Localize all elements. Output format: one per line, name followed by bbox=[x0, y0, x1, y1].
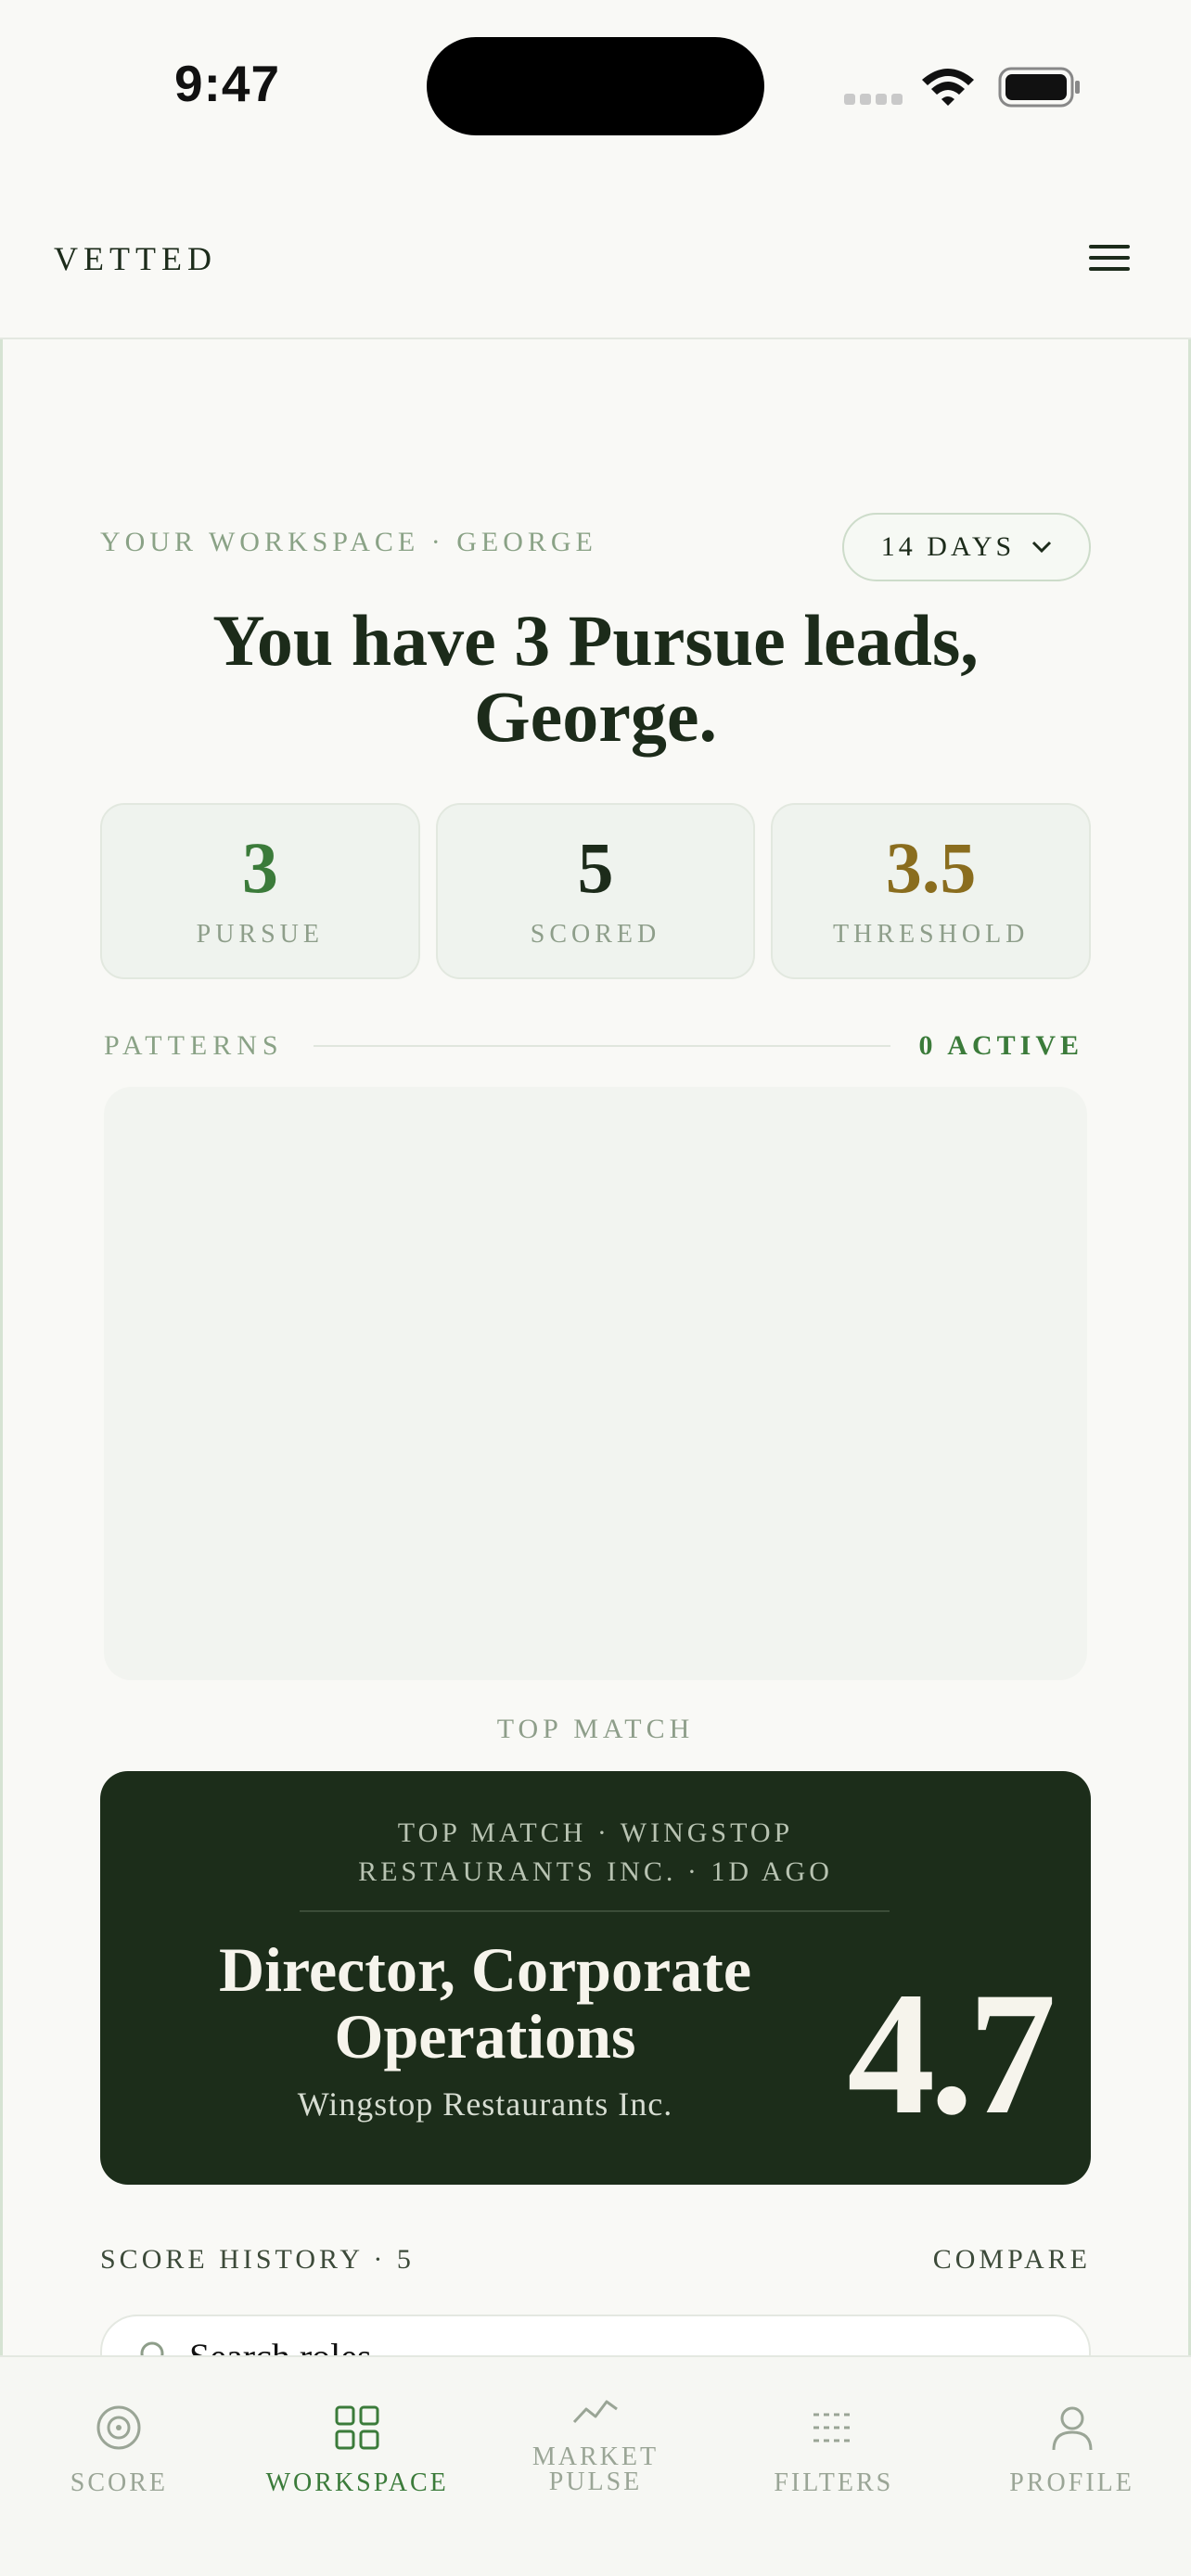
patterns-label: PATTERNS bbox=[104, 1030, 284, 1061]
page-headline: You have 3 Pursue leads, George. bbox=[212, 600, 979, 757]
tab-market-pulse[interactable]: MARKET PULSE bbox=[477, 2357, 715, 2576]
workspace-eyebrow: YOUR WORKSPACE · GEORGE bbox=[100, 527, 597, 557]
divider bbox=[300, 1910, 890, 1912]
top-match-card[interactable]: TOP MATCH · WINGSTOP RESTAURANTS INC. · … bbox=[100, 1771, 1091, 2185]
tab-label: PROFILE bbox=[1009, 2468, 1134, 2497]
chevron-down-icon bbox=[1032, 541, 1052, 554]
stat-card-pursue[interactable]: 3 PURSUE bbox=[100, 803, 420, 979]
tab-workspace[interactable]: WORKSPACE bbox=[238, 2357, 477, 2576]
patterns-header: PATTERNS 0 ACTIVE bbox=[104, 1027, 1083, 1065]
divider bbox=[313, 1045, 891, 1047]
dynamic-island bbox=[427, 37, 764, 135]
top-match-title: Director, Corporate Operations bbox=[218, 1934, 751, 2072]
bottom-tab-bar: SCORE WORKSPACE MARKET PULSE FILTERS PRO… bbox=[0, 2355, 1191, 2576]
filter-icon bbox=[813, 2413, 854, 2442]
score-history-label: SCORE HISTORY · 5 bbox=[100, 2244, 415, 2275]
brand-logo[interactable]: VETTED bbox=[54, 239, 217, 278]
stat-value: 3 bbox=[241, 827, 278, 908]
score-history-header: SCORE HISTORY · 5 COMPARE bbox=[100, 2244, 1091, 2276]
date-range-dropdown[interactable]: 14 DAYS bbox=[842, 513, 1091, 581]
battery-icon bbox=[998, 67, 1080, 108]
cellular-signal-icon bbox=[844, 93, 907, 109]
patterns-active-count: 0 ACTIVE bbox=[918, 1030, 1083, 1061]
tab-label: SCORE bbox=[70, 2468, 169, 2497]
tab-label: FILTERS bbox=[774, 2468, 894, 2497]
top-match-meta-line: RESTAURANTS INC. · 1D AGO bbox=[358, 1856, 833, 1887]
top-match-meta: TOP MATCH · WINGSTOP RESTAURANTS INC. · … bbox=[100, 1814, 1091, 1892]
grid-icon bbox=[335, 2405, 379, 2450]
top-match-section-label: TOP MATCH bbox=[496, 1714, 695, 1744]
user-icon bbox=[1052, 2406, 1093, 2451]
status-bar: 9:47 bbox=[0, 0, 1191, 176]
status-time: 9:47 bbox=[174, 55, 281, 112]
wifi-icon bbox=[922, 69, 974, 106]
stat-card-threshold[interactable]: 3.5 THRESHOLD bbox=[771, 803, 1092, 979]
top-match-company: Wingstop Restaurants Inc. bbox=[297, 2085, 673, 2123]
patterns-panel bbox=[104, 1087, 1087, 1680]
tab-score[interactable]: SCORE bbox=[0, 2357, 238, 2576]
top-match-meta-line: TOP MATCH · WINGSTOP bbox=[397, 1817, 794, 1848]
hamburger-menu-icon[interactable] bbox=[1089, 245, 1130, 278]
stats-row: 3 PURSUE 5 SCORED 3.5 THRESHOLD bbox=[100, 803, 1092, 979]
stat-value: 5 bbox=[577, 827, 614, 908]
app-header: VETTED bbox=[0, 176, 1191, 339]
stat-label: PURSUE bbox=[196, 920, 325, 949]
stat-label: THRESHOLD bbox=[832, 920, 1030, 949]
tab-profile[interactable]: PROFILE bbox=[953, 2357, 1191, 2576]
stat-value: 3.5 bbox=[885, 827, 977, 908]
date-range-label: 14 DAYS bbox=[880, 531, 1016, 562]
compare-link[interactable]: COMPARE bbox=[933, 2244, 1091, 2276]
stat-label: SCORED bbox=[530, 920, 661, 949]
tab-filters[interactable]: FILTERS bbox=[714, 2357, 953, 2576]
target-icon bbox=[96, 2405, 141, 2450]
stat-card-scored[interactable]: 5 SCORED bbox=[435, 803, 756, 979]
trend-icon bbox=[572, 2400, 618, 2424]
tab-label: MARKET PULSE bbox=[531, 2442, 660, 2496]
tab-label: WORKSPACE bbox=[265, 2468, 449, 2497]
top-match-score: 4.7 bbox=[847, 1957, 1057, 2151]
